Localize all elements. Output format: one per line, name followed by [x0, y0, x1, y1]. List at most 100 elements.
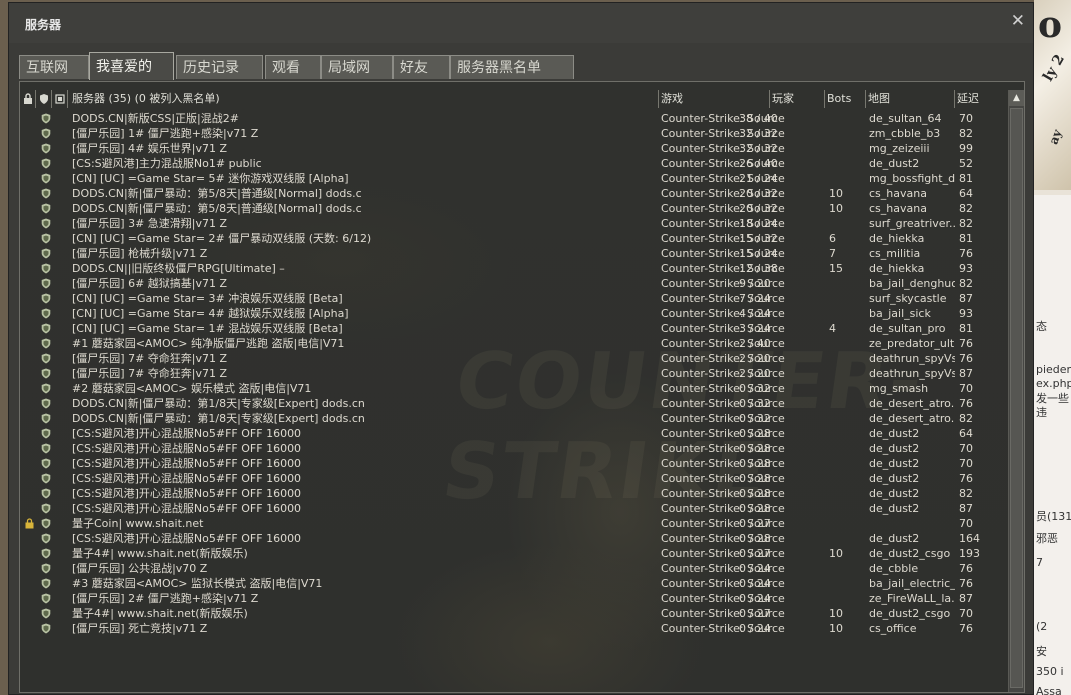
- server-row[interactable]: #1 蘑菇家园<AMOC> 纯净版僵尸逃跑 盗版|电信|V71 Counter-S…: [20, 336, 1010, 351]
- vac-shield-icon: [41, 278, 51, 289]
- server-players: 0 / 32: [739, 412, 771, 425]
- server-players: 0 / 24: [739, 622, 771, 635]
- tab-internet[interactable]: 互联网: [19, 55, 89, 79]
- server-row[interactable]: 量子4#| www.shait.net(新版娱乐) Counter-Strike:…: [20, 606, 1010, 621]
- scroll-up-arrow-icon[interactable]: ▲: [1009, 90, 1024, 106]
- server-row[interactable]: [CS:S避风港]开心混战服No5#FF OFF 16000 Counter-St…: [20, 501, 1010, 516]
- header-replay[interactable]: [52, 90, 68, 108]
- vac-shield-icon: [41, 488, 51, 499]
- vac-shield-icon: [41, 518, 51, 529]
- server-name: DODS.CN|新|僵尸暴动：第1/8天|专家级[Expert] dods.cn: [72, 412, 365, 425]
- server-row[interactable]: [CN] [UC] =Game Star= 3# 冲浪娱乐双线服 [Beta] C…: [20, 291, 1010, 306]
- server-players: 0 / 24: [739, 577, 771, 590]
- server-latency: 99: [959, 142, 973, 155]
- server-latency: 193: [959, 547, 980, 560]
- header-servers[interactable]: 服务器 (35) (0 被列入黑名单): [68, 90, 659, 108]
- vac-shield-icon: [41, 563, 51, 574]
- server-row[interactable]: 量子4#| www.shait.net(新版娱乐) Counter-Strike:…: [20, 546, 1010, 561]
- server-row[interactable]: [僵尸乐园] 枪械升级|v71 Z Counter-Strike: Source 1…: [20, 246, 1010, 261]
- server-name: DODS.CN|新|僵尸暴动：第5/8天|普通级[Normal] dods.c: [72, 202, 362, 215]
- background-text-line: (2: [1036, 620, 1048, 633]
- tab-spectate[interactable]: 观看: [265, 55, 321, 79]
- close-icon[interactable]: ✕: [1011, 13, 1025, 30]
- server-row[interactable]: [CS:S避风港]开心混战服No5#FF OFF 16000 Counter-St…: [20, 531, 1010, 546]
- server-row[interactable]: [僵尸乐园] 4# 娱乐世界|v71 Z Counter-Strike: Sour…: [20, 141, 1010, 156]
- server-name: #3 蘑菇家园<AMOC> 监狱长模式 盗版|电信|V71: [72, 577, 323, 590]
- server-latency: 82: [959, 202, 973, 215]
- server-map: de_desert_atro...: [869, 412, 955, 425]
- vac-shield-icon: [41, 443, 51, 454]
- server-row[interactable]: #3 蘑菇家园<AMOC> 监狱长模式 盗版|电信|V71 Counter-Str…: [20, 576, 1010, 591]
- server-row[interactable]: [CN] [UC] =Game Star= 1# 混战娱乐双线服 [Beta] C…: [20, 321, 1010, 336]
- vertical-scrollbar[interactable]: ▲: [1008, 90, 1024, 692]
- server-map: ba_jail_electric_l...: [869, 577, 955, 590]
- header-game[interactable]: 游戏: [659, 90, 770, 108]
- server-name: [CN] [UC] =Game Star= 5# 迷你游戏双线服 [Alpha]: [72, 172, 349, 185]
- server-row[interactable]: [CN] [UC] =Game Star= 5# 迷你游戏双线服 [Alpha]…: [20, 171, 1010, 186]
- server-name: [CS:S避风港]主力混战服No1# public: [72, 157, 262, 170]
- server-row[interactable]: [僵尸乐园] 7# 夺命狂奔|v71 Z Counter-Strike: Sour…: [20, 366, 1010, 381]
- header-latency[interactable]: 延迟: [955, 90, 1010, 108]
- tab-history[interactable]: 历史记录: [176, 55, 263, 79]
- tab-blacklist[interactable]: 服务器黑名单: [450, 55, 574, 79]
- header-lock[interactable]: [20, 90, 36, 108]
- server-name: [CN] [UC] =Game Star= 4# 越狱娱乐双线服 [Alpha]: [72, 307, 349, 320]
- server-latency: 70: [959, 442, 973, 455]
- server-name: DODS.CN|新|僵尸暴动：第5/8天|普通级[Normal] dods.c: [72, 187, 362, 200]
- header-vac[interactable]: [36, 90, 52, 108]
- server-row[interactable]: [僵尸乐园] 6# 越狱搞基|v71 Z Counter-Strike: Sour…: [20, 276, 1010, 291]
- server-row[interactable]: [CN] [UC] =Game Star= 4# 越狱娱乐双线服 [Alpha]…: [20, 306, 1010, 321]
- server-row[interactable]: [CS:S避风港]主力混战服No1# public Counter-Strike:…: [20, 156, 1010, 171]
- tab-favorites[interactable]: 我喜爱的: [89, 52, 174, 80]
- background-text-line: Assa: [1036, 685, 1062, 695]
- server-players: 4 / 24: [739, 307, 771, 320]
- server-row[interactable]: [CS:S避风港]开心混战服No5#FF OFF 16000 Counter-St…: [20, 456, 1010, 471]
- scroll-thumb[interactable]: [1010, 108, 1023, 688]
- header-map[interactable]: 地图: [866, 90, 955, 108]
- server-row[interactable]: [僵尸乐园] 公共混战|v70 Z Counter-Strike: Source 0…: [20, 561, 1010, 576]
- header-players[interactable]: 玩家: [770, 90, 825, 108]
- header-bots[interactable]: Bots: [825, 90, 866, 108]
- vac-shield-icon: [41, 233, 51, 244]
- server-name: [CN] [UC] =Game Star= 2# 僵尸暴动双线服 (天数: 6/…: [72, 232, 372, 245]
- server-map: mg_zeizeiii: [869, 142, 930, 155]
- server-bots: 10: [829, 547, 843, 560]
- vac-shield-icon: [41, 383, 51, 394]
- server-row[interactable]: DODS.CN|新|僵尸暴动：第5/8天|普通级[Normal] dods.c C…: [20, 201, 1010, 216]
- server-players: 20 / 32: [739, 187, 778, 200]
- server-row[interactable]: [僵尸乐园] 2# 僵尸逃跑+感染|v71 Z Counter-Strike: S…: [20, 591, 1010, 606]
- server-row[interactable]: [僵尸乐园] 1# 僵尸逃跑+感染|v71 Z Counter-Strike: S…: [20, 126, 1010, 141]
- server-row[interactable]: [僵尸乐园] 死亡竞技|v71 Z Counter-Strike: Source 0…: [20, 621, 1010, 636]
- vac-shield-icon: [41, 398, 51, 409]
- server-row[interactable]: [CS:S避风港]开心混战服No5#FF OFF 16000 Counter-St…: [20, 426, 1010, 441]
- server-row[interactable]: DODS.CN||旧版终极僵尸RPG[Ultimate] – Counter-St…: [20, 261, 1010, 276]
- vac-shield-icon: [41, 368, 51, 379]
- server-row[interactable]: [僵尸乐园] 7# 夺命狂奔|v71 Z Counter-Strike: Sour…: [20, 351, 1010, 366]
- server-latency: 82: [959, 127, 973, 140]
- server-row[interactable]: [CS:S避风港]开心混战服No5#FF OFF 16000 Counter-St…: [20, 471, 1010, 486]
- server-name: DODS.CN|新|僵尸暴动：第1/8天|专家级[Expert] dods.cn: [72, 397, 365, 410]
- lock-icon: [25, 518, 34, 529]
- server-row[interactable]: DODS.CN|新|僵尸暴动：第1/8天|专家级[Expert] dods.cn…: [20, 396, 1010, 411]
- server-map: ze_predator_ult...: [869, 337, 955, 350]
- server-map: surf_skycastle: [869, 292, 947, 305]
- server-row[interactable]: [CS:S避风港]开心混战服No5#FF OFF 16000 Counter-St…: [20, 441, 1010, 456]
- server-name: [僵尸乐园] 7# 夺命狂奔|v71 Z: [72, 352, 228, 365]
- server-row[interactable]: DODS.CN|新|僵尸暴动：第1/8天|专家级[Expert] dods.cn…: [20, 411, 1010, 426]
- server-row[interactable]: [僵尸乐园] 3# 急速滑翔|v71 Z Counter-Strike: Sour…: [20, 216, 1010, 231]
- server-row[interactable]: [CS:S避风港]开心混战服No5#FF OFF 16000 Counter-St…: [20, 486, 1010, 501]
- server-row[interactable]: [CN] [UC] =Game Star= 2# 僵尸暴动双线服 (天数: 6/…: [20, 231, 1010, 246]
- server-row[interactable]: 量子Coin| www.shait.net Counter-Strike: Sou…: [20, 516, 1010, 531]
- server-row[interactable]: DODS.CN|新版CSS|正版|混战2# Counter-Strike: Sou…: [20, 111, 1010, 126]
- server-latency: 76: [959, 562, 973, 575]
- server-row[interactable]: #2 蘑菇家园<AMOC> 娱乐模式 盗版|电信|V71 Counter-Stri…: [20, 381, 1010, 396]
- server-latency: 87: [959, 367, 973, 380]
- server-latency: 64: [959, 187, 973, 200]
- server-latency: 76: [959, 247, 973, 260]
- server-players: 0 / 28: [739, 487, 771, 500]
- tab-lan[interactable]: 局域网: [321, 55, 393, 79]
- title-bar[interactable]: 服务器 ✕: [9, 3, 1033, 43]
- server-list-panel: COUNTER-STRIKE 服务器 (35) (0 被列入黑名单) 游戏 玩家…: [19, 81, 1025, 693]
- server-row[interactable]: DODS.CN|新|僵尸暴动：第5/8天|普通级[Normal] dods.c C…: [20, 186, 1010, 201]
- tab-friends[interactable]: 好友: [393, 55, 450, 79]
